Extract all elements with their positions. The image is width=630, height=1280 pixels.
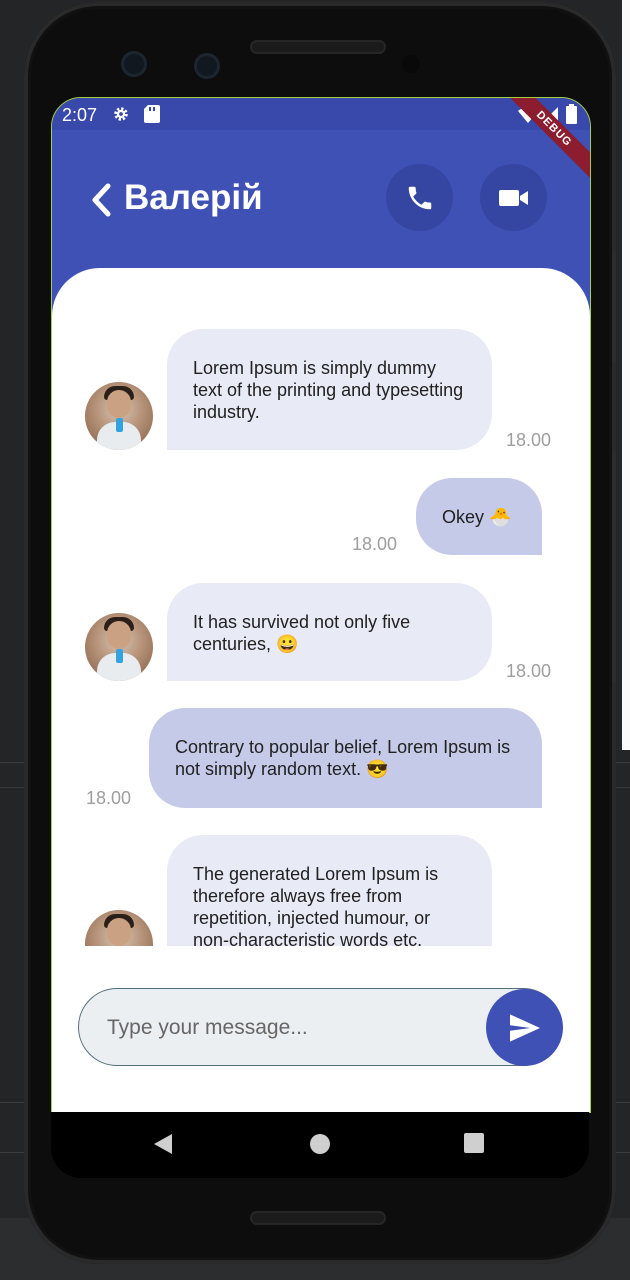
volume-button — [612, 252, 616, 362]
status-time: 2:07 — [62, 105, 98, 125]
front-sensor-icon — [194, 53, 220, 79]
status-bar: 2:07 DEBUG — [52, 98, 590, 185]
message-bubble-incoming[interactable]: Lorem Ipsum is simply dummy text of the … — [167, 329, 492, 450]
sd-card-icon — [144, 105, 160, 123]
contact-avatar[interactable] — [85, 910, 153, 946]
message-input[interactable] — [105, 1011, 469, 1045]
chat-header: Валерій — [52, 130, 590, 270]
message-time: 18.00 — [352, 534, 398, 554]
bottom-speaker — [250, 1211, 386, 1225]
video-call-button[interactable] — [480, 164, 547, 231]
message-time: 18.00 — [506, 430, 552, 450]
message-text: Okey 🐣 — [442, 507, 512, 527]
settings-gear-icon — [114, 107, 128, 121]
message-bubble-outgoing[interactable]: Contrary to popular belief, Lorem Ipsum … — [149, 708, 542, 808]
app-screen: 2:07 DEBUG Валерій Lorem Ipsum is simply… — [51, 97, 591, 1113]
message-text: The generated Lorem Ipsum is therefore a… — [193, 864, 439, 946]
nav-home-icon[interactable] — [309, 1133, 331, 1155]
message-composer — [78, 988, 563, 1066]
message-text: It has survived not only five centuries,… — [193, 612, 411, 654]
background-window-edge — [622, 0, 630, 750]
message-time: 18.00 — [506, 661, 552, 681]
proximity-sensor-icon — [402, 55, 420, 73]
battery-icon — [566, 104, 577, 124]
phone-icon — [408, 186, 431, 209]
back-chevron-icon[interactable] — [88, 180, 114, 220]
video-camera-icon — [498, 189, 528, 206]
power-button — [612, 452, 616, 682]
earpiece — [250, 40, 386, 54]
send-button[interactable] — [486, 989, 563, 1066]
message-bubble-incoming[interactable]: The generated Lorem Ipsum is therefore a… — [167, 835, 492, 946]
front-camera-icon — [121, 51, 147, 77]
nav-recents-icon[interactable] — [464, 1133, 484, 1153]
message-list[interactable]: Lorem Ipsum is simply dummy text of the … — [52, 268, 590, 946]
message-time: 18.00 — [86, 788, 132, 808]
nav-back-icon[interactable] — [153, 1133, 173, 1155]
message-bubble-outgoing[interactable]: Okey 🐣 — [416, 478, 542, 555]
contact-avatar[interactable] — [85, 382, 153, 450]
contact-name[interactable]: Валерій — [124, 178, 263, 218]
chat-panel: Lorem Ipsum is simply dummy text of the … — [52, 268, 590, 1112]
android-nav-bar — [51, 1112, 589, 1178]
contact-avatar[interactable] — [85, 613, 153, 681]
message-text: Lorem Ipsum is simply dummy text of the … — [193, 358, 464, 422]
message-text: Contrary to popular belief, Lorem Ipsum … — [175, 737, 511, 779]
call-button[interactable] — [386, 164, 453, 231]
send-icon — [509, 1013, 540, 1042]
message-bubble-incoming[interactable]: It has survived not only five centuries,… — [167, 583, 492, 681]
